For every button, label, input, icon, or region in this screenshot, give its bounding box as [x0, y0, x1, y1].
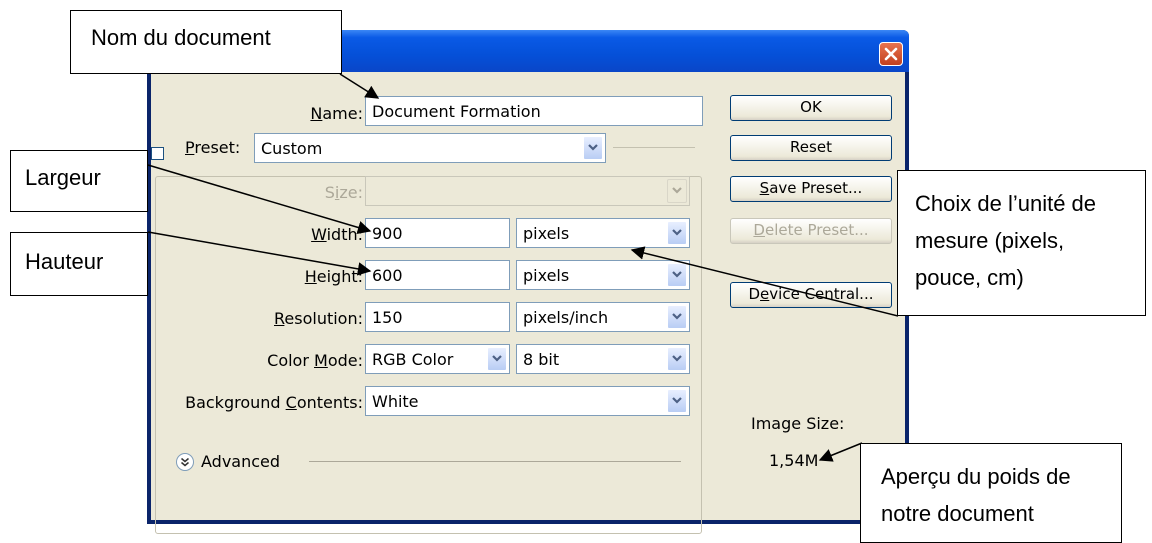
- callout-file-size: Aperçu du poids de notre document: [860, 443, 1122, 543]
- callout-width-text: Largeur: [25, 165, 101, 190]
- callout-document-name: Nom du document: [70, 10, 342, 74]
- callout-unit-choice: Choix de l’unité de mesure (pixels, pouc…: [897, 170, 1146, 316]
- arrow-unite: [630, 246, 899, 317]
- arrow-apercu: [818, 442, 863, 462]
- callout-unit-line-3: pouce, cm): [915, 265, 1024, 290]
- arrow-largeur: [147, 164, 372, 235]
- arrow-hauteur: [147, 231, 372, 276]
- callout-document-name-text: Nom du document: [91, 25, 271, 50]
- callout-unit-line-2: mesure (pixels,: [915, 228, 1065, 253]
- callout-file-size-line-2: notre document: [881, 501, 1034, 526]
- callout-height: Hauteur: [10, 232, 148, 296]
- arrow-nom: [339, 73, 380, 99]
- callout-width: Largeur: [10, 150, 148, 212]
- callout-unit-line-1: Choix de l’unité de: [915, 191, 1097, 216]
- callout-height-text: Hauteur: [25, 249, 104, 274]
- callout-file-size-line-1: Aperçu du poids de: [881, 464, 1071, 489]
